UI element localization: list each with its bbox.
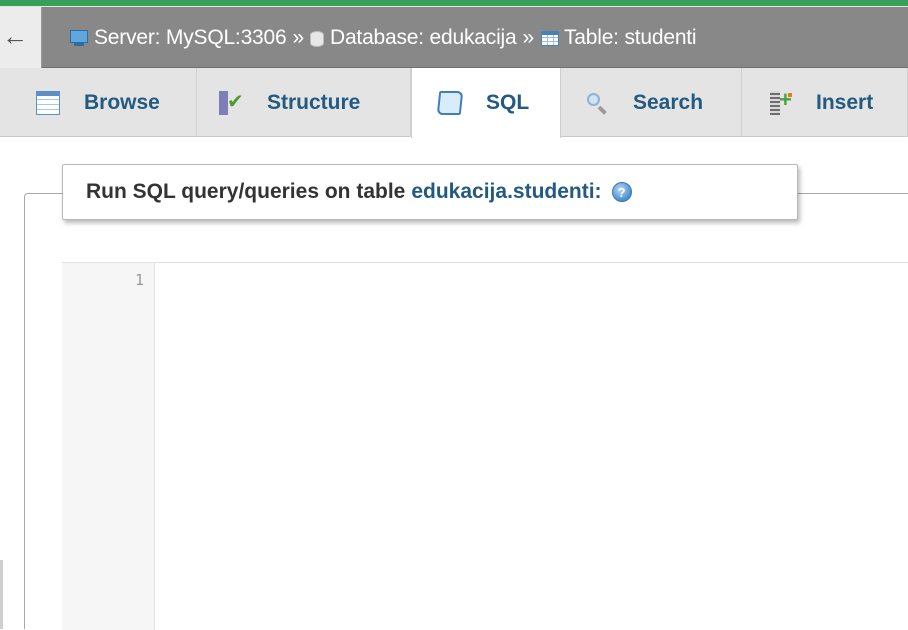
tab-search-label: Search xyxy=(633,90,704,114)
tab-browse-label: Browse xyxy=(84,90,160,114)
line-number: 1 xyxy=(134,271,144,289)
sql-icon xyxy=(436,91,464,115)
breadcrumb-table-label: Table: studenti xyxy=(563,25,697,49)
tab-structure[interactable]: Structure xyxy=(197,68,411,137)
database-icon xyxy=(309,29,324,47)
structure-icon xyxy=(219,90,244,115)
legend-prefix: Run SQL query/queries on table xyxy=(86,180,406,203)
tab-search[interactable]: Search xyxy=(561,68,742,137)
server-icon xyxy=(68,29,90,47)
sql-code-area[interactable] xyxy=(155,263,908,630)
breadcrumb-items: Server: MySQL:3306 » Database: edukacija… xyxy=(68,7,697,68)
table-icon xyxy=(540,29,560,47)
legend-table-name[interactable]: edukacija.studenti: xyxy=(411,180,601,204)
tab-sql-label: SQL xyxy=(486,91,530,114)
query-panel-legend: Run SQL query/queries on table edukacija… xyxy=(62,164,798,220)
back-button[interactable]: ← xyxy=(0,7,42,68)
insert-icon xyxy=(768,88,792,115)
browse-icon xyxy=(36,90,60,115)
breadcrumb-server-label: Server: MySQL:3306 xyxy=(94,25,287,49)
breadcrumb-separator: » xyxy=(522,25,534,49)
tab-insert-label: Insert xyxy=(816,90,874,114)
line-number-gutter: 1 xyxy=(62,263,155,630)
breadcrumb: ← Server: MySQL:3306 » Database: edukaci… xyxy=(0,7,908,68)
breadcrumb-database[interactable]: Database: edukacija xyxy=(309,25,517,50)
tab-browse[interactable]: Browse xyxy=(0,68,197,137)
breadcrumb-separator: » xyxy=(292,25,305,49)
sql-editor[interactable]: 1 xyxy=(62,262,908,630)
search-icon xyxy=(585,91,609,115)
tab-insert[interactable]: Insert xyxy=(742,68,908,137)
tab-bar: Browse Structure SQL Search Insert xyxy=(0,68,908,138)
help-icon[interactable]: ? xyxy=(611,182,632,202)
breadcrumb-database-label: Database: edukacija xyxy=(329,25,517,49)
tab-sql[interactable]: SQL xyxy=(411,68,561,138)
left-scroll-edge xyxy=(0,560,3,629)
tab-structure-label: Structure xyxy=(267,90,361,114)
breadcrumb-table[interactable]: Table: studenti xyxy=(540,25,697,50)
breadcrumb-server[interactable]: Server: MySQL:3306 xyxy=(68,26,287,50)
